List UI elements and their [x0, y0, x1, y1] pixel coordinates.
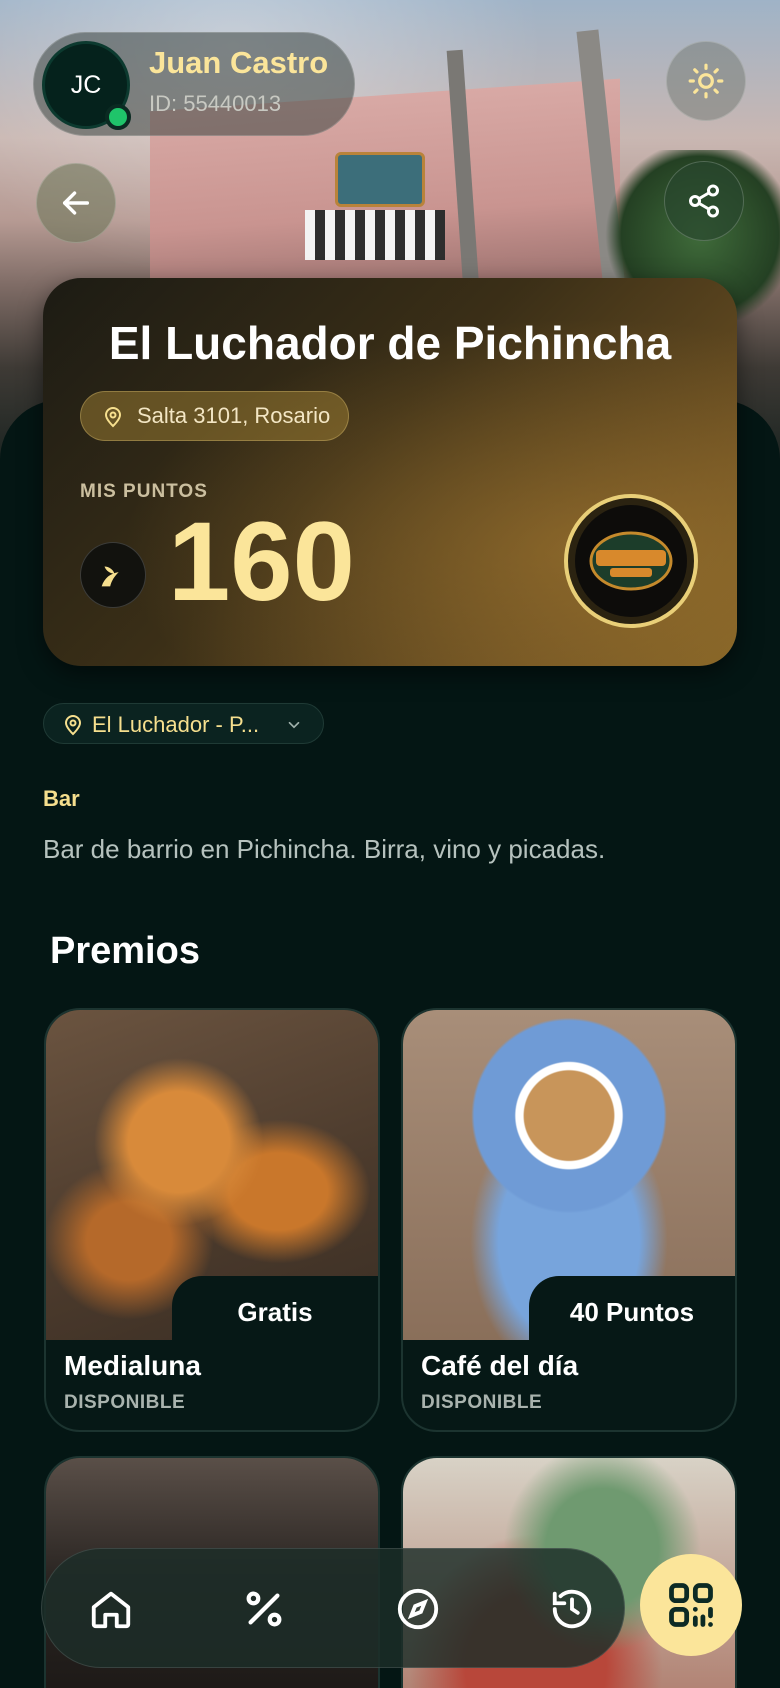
qr-code-button[interactable]: [640, 1554, 742, 1656]
location-pin-icon: [64, 715, 82, 736]
reward-name: Medialuna: [64, 1350, 201, 1381]
reward-status: DISPONIBLE: [64, 1392, 186, 1413]
address-text: Salta 3101, Rosario: [137, 403, 331, 428]
qr-code-icon: [669, 1583, 713, 1627]
share-icon: [689, 184, 719, 218]
nav-promotions[interactable]: [232, 1577, 296, 1641]
reward-card[interactable]: Gratis Medialuna DISPONIBLE: [44, 1008, 380, 1432]
address-pill[interactable]: Salta 3101, Rosario: [80, 391, 350, 441]
percent-icon: [246, 1591, 282, 1627]
theme-toggle-button[interactable]: [666, 41, 746, 121]
avatar-initials: JC: [70, 70, 102, 99]
points-card: El Luchador de Pichincha Salta 3101, Ros…: [43, 278, 737, 666]
reward-card[interactable]: 40 Puntos Café del día DISPONIBLE: [401, 1008, 737, 1432]
hero-awning: [305, 210, 445, 260]
branch-selector[interactable]: El Luchador - P...: [43, 703, 324, 744]
back-button[interactable]: [36, 163, 116, 243]
home-icon: [91, 1591, 131, 1629]
nav-history[interactable]: [540, 1577, 604, 1641]
share-button[interactable]: [664, 161, 744, 241]
rewards-section-title: Premios: [50, 930, 200, 972]
leaf-icon: [80, 542, 146, 608]
user-id: ID: 55440013: [149, 91, 282, 116]
branch-label: El Luchador - P...: [92, 712, 260, 737]
reward-status: DISPONIBLE: [421, 1392, 543, 1413]
user-name: Juan Castro: [149, 45, 329, 80]
hero-storefront-sign: [335, 152, 425, 207]
arrow-left-icon: [62, 191, 90, 215]
sun-icon: [688, 63, 724, 99]
chevron-down-icon: [288, 721, 300, 729]
nav-explore[interactable]: [386, 1577, 450, 1641]
compass-icon: [397, 1588, 439, 1630]
online-status-dot: [105, 104, 131, 130]
history-icon: [552, 1589, 592, 1629]
place-title: El Luchador de Pichincha: [108, 317, 672, 369]
location-pin-icon: [104, 407, 122, 428]
luchador-logo-icon: [564, 494, 698, 628]
store-description: Bar de barrio en Pichincha. Birra, vino …: [43, 834, 606, 864]
reward-name: Café del día: [421, 1350, 579, 1381]
points-value: 160: [168, 499, 355, 624]
reward-price: 40 Puntos: [529, 1276, 735, 1348]
user-profile-pill[interactable]: JC Juan Castro ID: 55440013: [33, 32, 355, 136]
bottom-navigation: [41, 1548, 625, 1668]
nav-home[interactable]: [79, 1577, 143, 1641]
category-label: Bar: [43, 786, 80, 811]
reward-price: Gratis: [172, 1276, 378, 1348]
